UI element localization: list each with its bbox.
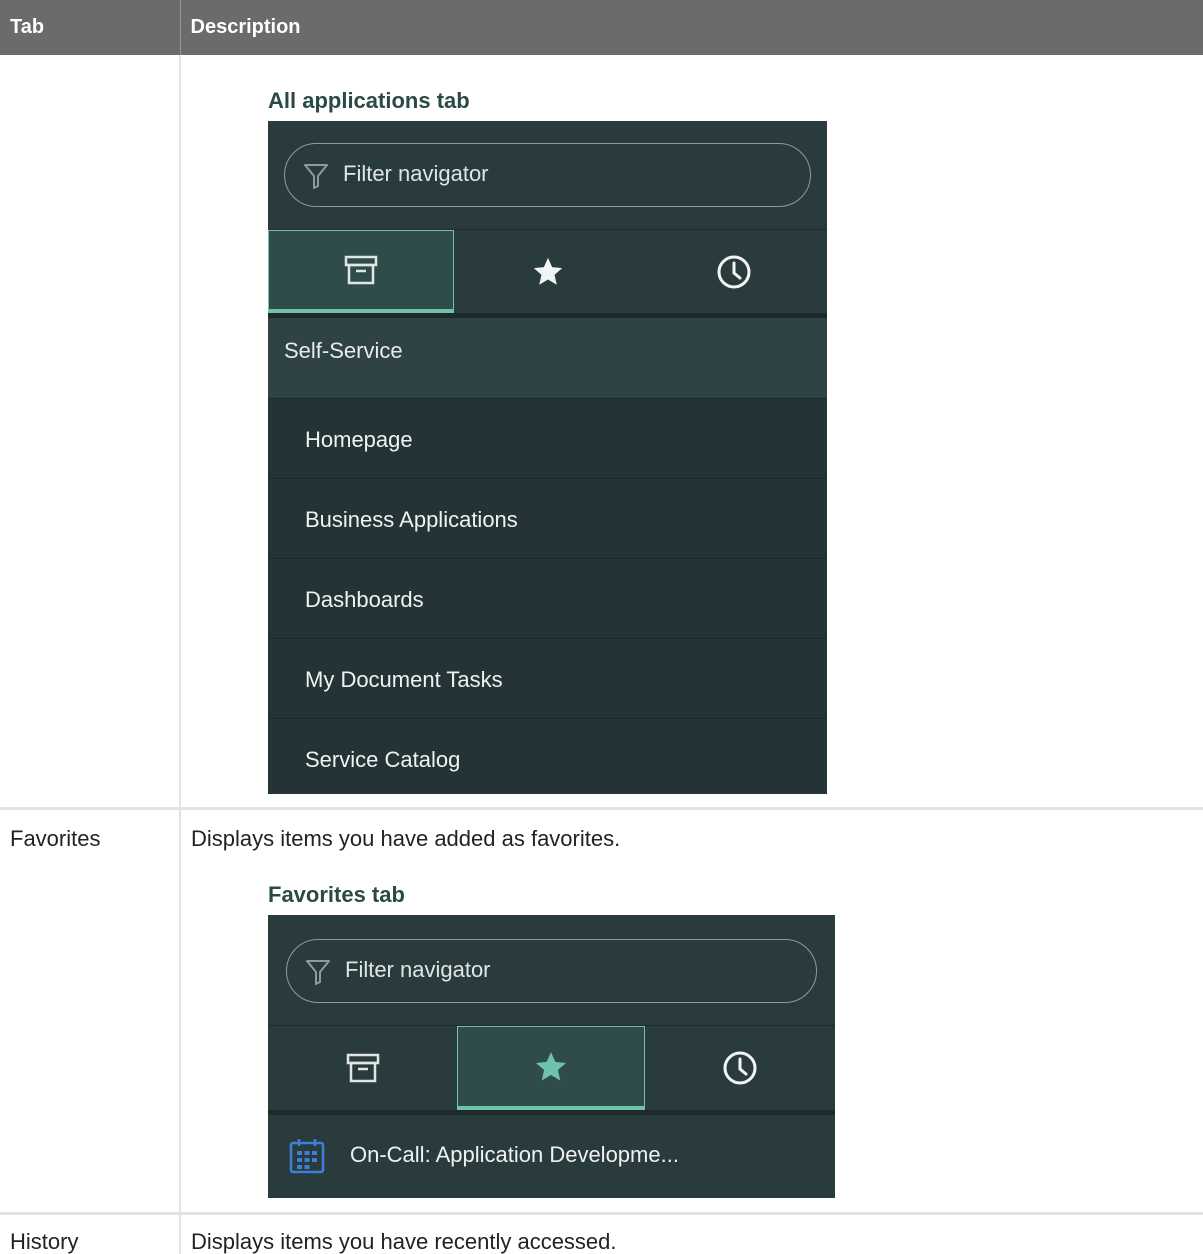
nav-item-dashboards[interactable]: Dashboards: [268, 558, 827, 638]
figure-title-all-applications: All applications tab: [268, 88, 470, 113]
section-header-self-service[interactable]: Self-Service: [268, 318, 827, 398]
tab-all-applications[interactable]: [268, 1026, 457, 1110]
tab-history[interactable]: [645, 1026, 835, 1110]
favorite-item-label: On-Call: Application Developme...: [350, 1142, 679, 1167]
column-header-tab: Tab: [0, 0, 181, 55]
description-cell: Displays items you have recently accesse…: [180, 1213, 1203, 1254]
navigator-tab-row: [268, 229, 827, 318]
navigator-tab-row: [268, 1025, 835, 1115]
clock-icon: [723, 1051, 757, 1085]
archive-box-icon: [344, 255, 378, 285]
tab-name: History: [10, 1228, 79, 1254]
star-icon: [533, 257, 562, 285]
all-applications-navigator-screenshot: Filter navigator Self-Service Homepage B…: [268, 121, 827, 794]
nav-item-service-catalog[interactable]: Service Catalog: [268, 718, 827, 794]
filter-placeholder: Filter navigator: [343, 161, 489, 186]
tab-description: Displays items you have added as favorit…: [191, 825, 621, 851]
tab-history[interactable]: [641, 230, 827, 313]
filter-navigator-input[interactable]: Filter navigator: [286, 939, 817, 1003]
tab-name: Favorites: [10, 825, 101, 851]
favorite-item[interactable]: On-Call: Application Developme...: [268, 1115, 835, 1197]
table-header-row: Tab Description: [0, 0, 1203, 55]
tab-description: Displays items you have recently accesse…: [191, 1228, 617, 1254]
favorites-navigator-screenshot: Filter navigator On-Call: Application De…: [268, 915, 835, 1198]
tab-favorites[interactable]: [454, 230, 641, 313]
filter-navigator-input[interactable]: Filter navigator: [284, 143, 811, 207]
star-icon: [536, 1051, 566, 1080]
filter-icon: [306, 960, 330, 985]
nav-item-homepage[interactable]: Homepage: [268, 398, 827, 478]
table-row: History Displays items you have recently…: [0, 1213, 1203, 1254]
filter-icon: [304, 164, 328, 189]
nav-item-my-document-tasks[interactable]: My Document Tasks: [268, 638, 827, 718]
tab-cell: Favorites: [0, 808, 181, 1215]
tab-favorites[interactable]: [457, 1026, 645, 1110]
tab-all-applications[interactable]: [268, 230, 454, 313]
figure-title-favorites: Favorites tab: [268, 882, 405, 907]
filter-placeholder: Filter navigator: [345, 957, 491, 982]
calendar-icon: [289, 1139, 325, 1174]
tab-cell: History: [0, 1213, 181, 1254]
nav-item-business-applications[interactable]: Business Applications: [268, 478, 827, 558]
clock-icon: [717, 255, 751, 288]
tab-cell: [0, 55, 181, 810]
archive-box-icon: [346, 1053, 379, 1083]
column-header-description: Description: [180, 0, 1203, 55]
